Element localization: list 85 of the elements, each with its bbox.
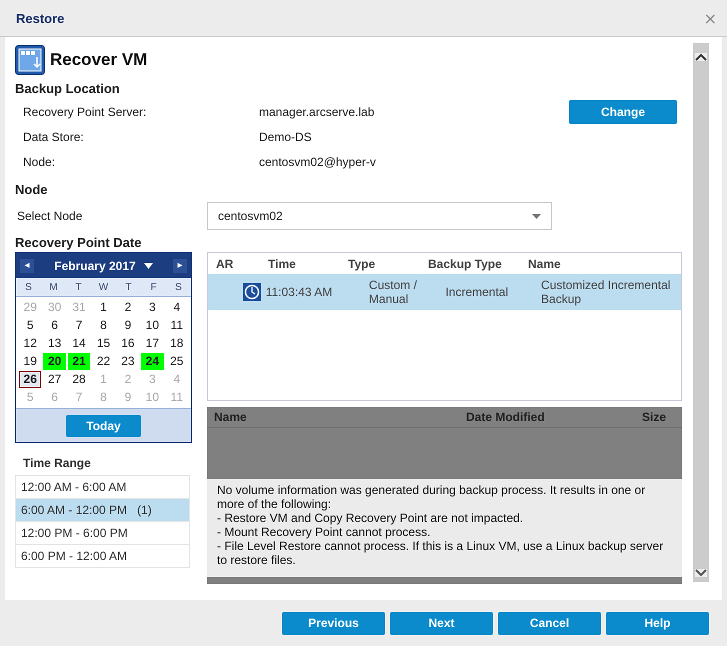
- time-range-item[interactable]: 12:00 PM - 6:00 PM: [15, 522, 190, 545]
- calendar-day[interactable]: 23: [116, 353, 140, 370]
- page-title: Recover VM: [50, 50, 148, 70]
- section-heading: Node: [15, 182, 48, 197]
- field-value: manager.arcserve.lab: [259, 104, 374, 118]
- column-header[interactable]: Name: [214, 410, 466, 424]
- calendar-day[interactable]: 27: [43, 371, 66, 388]
- calendar-day[interactable]: 8: [92, 317, 115, 334]
- calendar-day[interactable]: 25: [166, 353, 188, 370]
- scrollbar[interactable]: [693, 43, 709, 582]
- calendar-day[interactable]: 20: [43, 353, 66, 370]
- section-heading: Time Range: [23, 456, 92, 470]
- weekday-label: T: [74, 282, 83, 292]
- month-picker[interactable]: February 2017: [54, 258, 153, 272]
- node-dropdown[interactable]: centosvm02: [207, 202, 552, 230]
- table-cell-text: 11:03:43 AM: [264, 285, 334, 299]
- message-text: - Restore VM and Copy Recovery Point are not impacted.: [217, 511, 524, 525]
- scroll-down-icon[interactable]: [695, 569, 707, 577]
- calendar-day[interactable]: 5: [19, 317, 42, 334]
- vm-restore-icon: [15, 45, 45, 75]
- calendar-day[interactable]: 18: [166, 335, 188, 352]
- footer-button[interactable]: Next: [390, 612, 493, 634]
- footer-button[interactable]: Help: [606, 612, 709, 634]
- table-cell-text: Incremental: [444, 285, 510, 299]
- calendar-day[interactable]: 1: [92, 299, 115, 316]
- message-text: - File Level Restore cannot process. If this is a Linux VM, use a Linux backup server to restore files.: [217, 539, 664, 567]
- field-label: Data Store:: [22, 130, 85, 144]
- table-cell-text: Customized Incremental Backup: [540, 278, 672, 306]
- calendar-day[interactable]: 2: [116, 299, 140, 316]
- scroll-up-icon[interactable]: [695, 53, 707, 61]
- calendar-day[interactable]: 3: [141, 299, 164, 316]
- calendar-day[interactable]: 21: [68, 353, 90, 370]
- weekday-label: T: [124, 282, 133, 292]
- message-text: - Mount Recovery Point cannot process.: [217, 525, 432, 539]
- recovery-point-row[interactable]: 11:03:43 AM Custom / Manual Incremental Customized Incremental Backup: [208, 274, 681, 310]
- calendar-day[interactable]: 24: [141, 353, 164, 370]
- change-button[interactable]: Change: [569, 100, 677, 124]
- calendar-day[interactable]: 14: [68, 335, 90, 352]
- weekday-label: W: [98, 282, 110, 292]
- calendar-day[interactable]: 9: [116, 317, 140, 334]
- calendar-day[interactable]: 13: [43, 335, 66, 352]
- calendar-day[interactable]: 16: [116, 335, 140, 352]
- weekday-label: S: [174, 282, 183, 292]
- field-value: Demo-DS: [259, 130, 312, 144]
- clock-icon: [242, 283, 261, 301]
- column-header[interactable]: Type: [340, 256, 420, 270]
- field-value: centosvm02@hyper-v: [259, 154, 376, 168]
- calendar-day[interactable]: 7: [68, 317, 90, 334]
- weekday-label: F: [149, 282, 158, 292]
- calendar-day[interactable]: 17: [141, 335, 164, 352]
- section-heading: Backup Location: [15, 81, 121, 96]
- weekday-label: S: [24, 282, 33, 292]
- calendar-day[interactable]: 28: [68, 371, 90, 388]
- calendar-day[interactable]: 12: [19, 335, 42, 352]
- column-header[interactable]: AR: [208, 256, 260, 270]
- field-label: Select Node: [16, 209, 84, 223]
- section-heading: Recovery Point Date: [15, 235, 142, 250]
- time-range-item[interactable]: 6:00 PM - 12:00 AM: [15, 545, 190, 568]
- calendar-day[interactable]: 22: [92, 353, 115, 370]
- calendar-day[interactable]: 19: [19, 353, 42, 370]
- dropdown-arrow-icon: [144, 262, 153, 268]
- column-header[interactable]: Name: [520, 256, 675, 270]
- today-button[interactable]: Today: [66, 414, 141, 436]
- previous-month-button[interactable]: ◂: [20, 258, 34, 272]
- footer-button[interactable]: Cancel: [498, 612, 601, 634]
- calendar-day[interactable]: 11: [166, 317, 188, 334]
- next-month-button[interactable]: ▸: [172, 258, 187, 272]
- calendar-day[interactable]: 10: [141, 317, 164, 334]
- field-label: Node:: [22, 154, 56, 168]
- window-title: Restore: [16, 10, 64, 26]
- field-label: Recovery Point Server:: [22, 104, 148, 118]
- calendar-day[interactable]: 4: [166, 299, 188, 316]
- message-text: No volume information was generated during backup process. It results in one or more of the following:: [217, 483, 646, 511]
- dropdown-arrow-icon: [532, 214, 541, 218]
- weekday-label: M: [48, 282, 59, 292]
- column-header[interactable]: Time: [260, 256, 340, 270]
- footer-button[interactable]: Previous: [282, 612, 385, 634]
- column-header[interactable]: Size: [642, 410, 666, 424]
- column-header[interactable]: Date Modified: [466, 410, 642, 424]
- table-cell-text: Custom / Manual: [368, 278, 418, 306]
- column-header[interactable]: Backup Type: [420, 256, 520, 270]
- calendar-day[interactable]: 15: [92, 335, 115, 352]
- calendar-day[interactable]: 6: [43, 317, 66, 334]
- calendar-day[interactable]: 26: [19, 371, 42, 388]
- time-range-item[interactable]: 6:00 AM - 12:00 PM (1): [15, 499, 190, 522]
